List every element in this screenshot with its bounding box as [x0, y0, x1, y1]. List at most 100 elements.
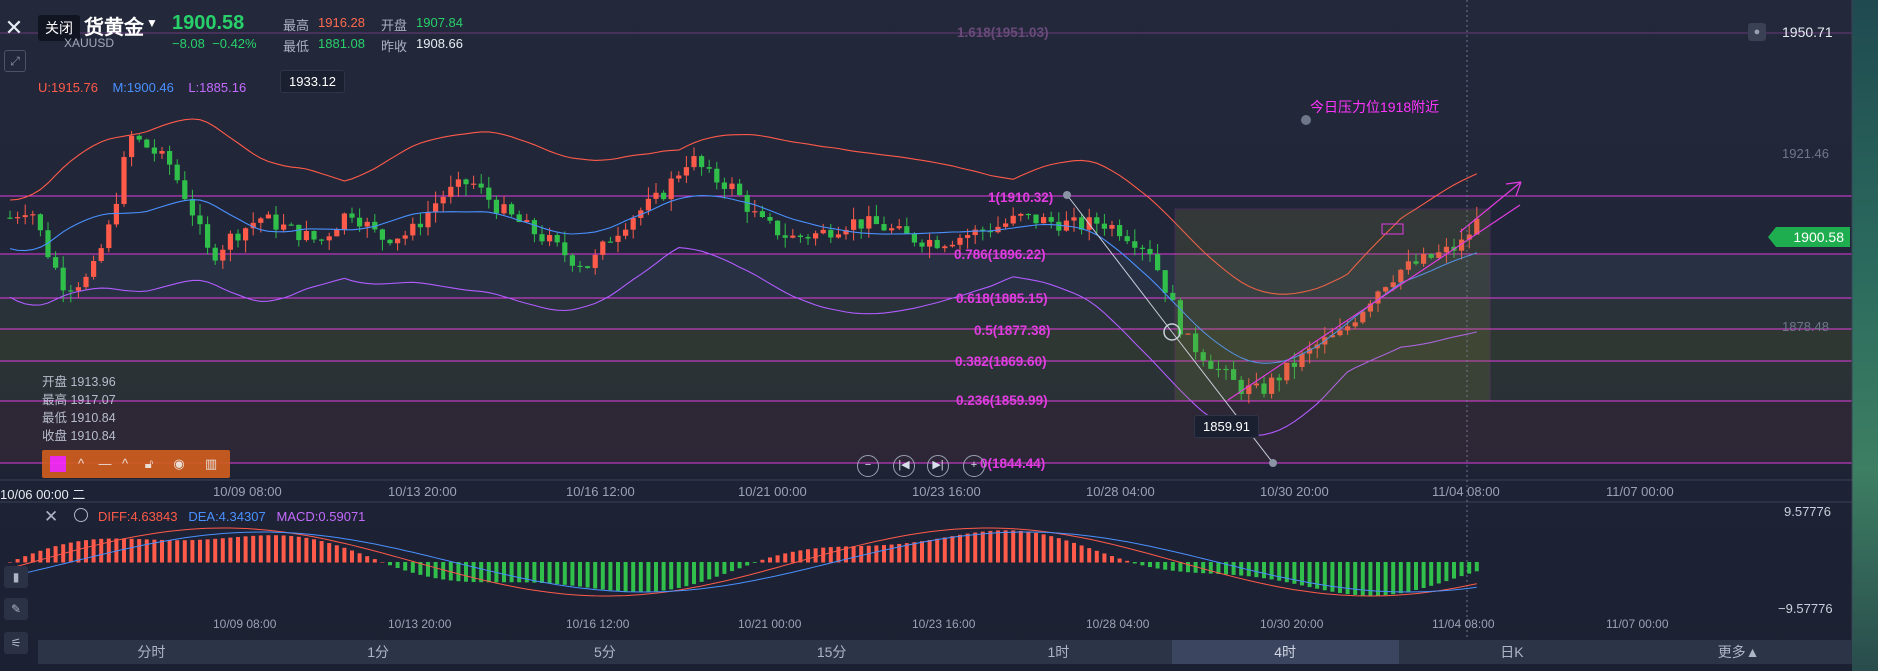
candle-body — [258, 218, 264, 223]
zoom-out-button[interactable]: − — [857, 455, 879, 477]
chevron-down-icon[interactable]: ▼ — [146, 16, 158, 30]
macd-bar — [198, 539, 202, 563]
macd-bar — [638, 562, 643, 593]
candle-body — [349, 213, 355, 218]
period-tab[interactable]: 4时 — [1171, 640, 1399, 664]
draw-tool-icon[interactable]: ⤢ — [4, 50, 26, 72]
x-tick-label: 10/28 04:00 — [1086, 617, 1150, 631]
eye-icon[interactable]: ◉ — [168, 454, 190, 474]
macd-bar — [1087, 548, 1092, 563]
macd-bar — [357, 553, 362, 563]
macd-bar — [775, 555, 780, 563]
candle-body — [585, 266, 591, 268]
high-value: 1916.28 — [318, 15, 365, 30]
gear-icon[interactable] — [74, 508, 88, 522]
macd-bar — [1467, 562, 1472, 574]
period-tab[interactable]: 15分 — [718, 640, 945, 664]
candle-body — [942, 246, 948, 249]
macd-bar — [851, 546, 856, 563]
period-tab[interactable]: 日K — [1399, 640, 1626, 664]
lock-icon[interactable]: 🔓︎ — [138, 454, 160, 474]
macd-bar — [426, 562, 430, 577]
period-tab[interactable]: 分时 — [38, 640, 265, 664]
period-tab[interactable]: 更多▲ — [1625, 640, 1852, 664]
candle-body — [547, 235, 553, 242]
candle-body — [417, 223, 423, 228]
macd-bar — [281, 535, 286, 563]
change-value: −8.08 — [172, 36, 205, 51]
macd-bar — [1406, 562, 1411, 592]
candle-body — [554, 235, 560, 243]
macd-bar — [182, 540, 187, 563]
candle-body — [1048, 217, 1054, 222]
candle-body — [828, 229, 834, 238]
macd-bar — [608, 562, 613, 591]
macd-axis-top: 9.57776 — [1784, 504, 1831, 519]
macd-bar — [973, 532, 978, 563]
candle-body — [714, 168, 720, 183]
low-callout: 1859.91 — [1194, 415, 1259, 438]
price-chart[interactable] — [0, 0, 1878, 671]
close-icon[interactable]: ✕ — [0, 8, 28, 48]
chart-type-icon[interactable]: ▮ — [4, 566, 28, 588]
candle-body — [1109, 225, 1115, 229]
macd-bar — [1011, 530, 1016, 563]
line-style-icon[interactable]: — — [94, 454, 116, 474]
candle-body — [296, 224, 302, 241]
macd-bar — [289, 535, 294, 563]
candle-body — [858, 219, 864, 229]
macd-bar — [205, 539, 210, 563]
bell-icon[interactable]: ● — [1748, 23, 1766, 41]
macd-bar — [935, 538, 940, 563]
skip-end-button[interactable]: ▶| — [927, 455, 949, 477]
period-tab[interactable]: 1分 — [265, 640, 492, 664]
candle-body — [699, 156, 705, 168]
candle-body — [889, 228, 895, 231]
last-price: 1900.58 — [172, 12, 245, 34]
zoom-in-button[interactable]: + — [963, 455, 985, 477]
indicator-icon[interactable]: ⚟ — [4, 632, 28, 654]
period-tab[interactable]: 1时 — [945, 640, 1172, 664]
candle-body — [1033, 214, 1039, 224]
macd-bar — [1459, 562, 1464, 577]
macd-bar — [600, 562, 605, 590]
candle-body — [927, 239, 933, 247]
high-callout: 1933.12 — [280, 70, 345, 93]
macd-bar — [1079, 545, 1084, 563]
chevron-up-icon[interactable]: ^ — [114, 454, 136, 474]
candle-body — [410, 223, 416, 236]
macd-bar — [486, 562, 491, 583]
macd-bar — [616, 562, 620, 592]
macd-bar — [251, 535, 256, 563]
candle-body — [334, 229, 340, 237]
macd-bar — [646, 562, 651, 592]
candle-body — [402, 235, 408, 239]
macd-bar — [433, 562, 438, 579]
macd-bar — [1277, 562, 1282, 581]
candle-body — [379, 229, 385, 240]
chevron-up-icon[interactable]: ^ — [70, 454, 92, 474]
axis-label-mid: 1878.48 — [1782, 319, 1829, 334]
macd-bar — [137, 539, 142, 563]
candle-body — [805, 237, 811, 239]
x-tick-label: 10/28 04:00 — [1086, 484, 1155, 499]
candle-body — [235, 233, 241, 241]
macd-bar — [372, 559, 377, 563]
candle-body — [881, 224, 887, 231]
pen-icon[interactable]: ✎ — [4, 598, 28, 620]
color-swatch[interactable] — [50, 456, 66, 472]
period-tab[interactable]: 5分 — [492, 640, 719, 664]
close-icon[interactable]: ✕ — [44, 507, 58, 527]
macd-bar — [1178, 562, 1183, 572]
trash-icon[interactable]: ▥ — [200, 454, 222, 474]
axis-label-top: 1921.46 — [1782, 146, 1829, 161]
candle-body — [934, 239, 940, 249]
candle-body — [645, 198, 651, 211]
skip-start-button[interactable]: |◀ — [893, 455, 915, 477]
macd-bar — [8, 562, 12, 563]
annotation-text[interactable]: 今日压力位1918附近 — [1310, 97, 1439, 117]
macd-bar — [692, 562, 696, 585]
fib-band — [0, 298, 1852, 328]
macd-bar — [129, 538, 134, 563]
candle-body — [471, 183, 477, 185]
